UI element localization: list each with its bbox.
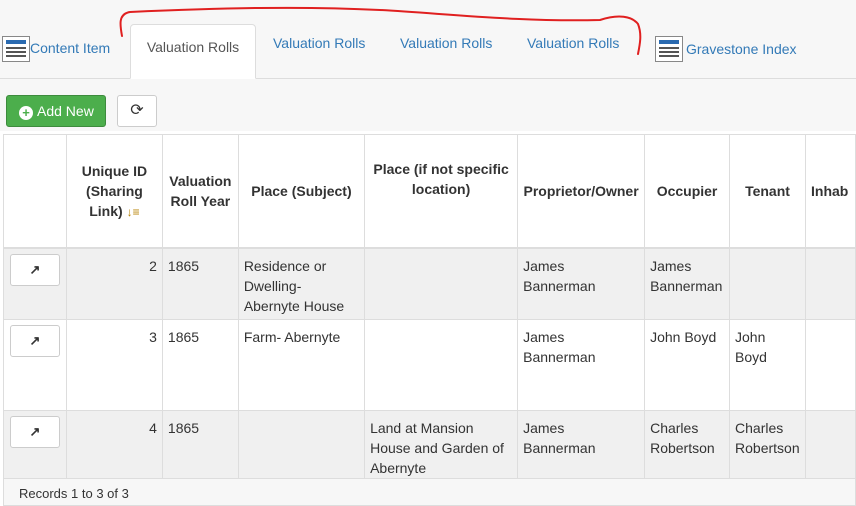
add-new-label: Add New — [37, 103, 94, 119]
cell-id: 2 — [65, 247, 163, 320]
col-header-tenant[interactable]: Tenant — [729, 134, 806, 249]
cell-owner: James Bannerman — [517, 318, 646, 411]
open-record-button[interactable]: ↗ — [9, 324, 60, 357]
tab-label: Gravestone Index — [686, 41, 797, 57]
cell-tenant: John Boyd — [729, 318, 806, 411]
refresh-icon: ⟳ — [130, 102, 144, 119]
cell-year: 1865 — [161, 247, 239, 320]
cell-id: 3 — [65, 318, 163, 411]
tab-valuation-rolls-active[interactable]: Valuation Rolls — [130, 24, 256, 79]
external-link-icon: ↗ — [29, 332, 41, 348]
tab-label: Valuation Rolls — [273, 35, 366, 51]
col-header-owner[interactable]: Proprietor/Owner — [517, 134, 646, 249]
col-header-occupier[interactable]: Occupier — [644, 134, 731, 249]
table-row: ↗ 3 1865 Farm- Abernyte James Bannerman … — [3, 318, 856, 411]
col-header-place-subject[interactable]: Place (Subject) — [237, 134, 366, 249]
tab-label: Valuation Rolls — [527, 35, 620, 51]
tab-label: Valuation Rolls — [400, 35, 493, 51]
refresh-button[interactable]: ⟳ — [117, 95, 157, 127]
add-new-button[interactable]: + Add New — [6, 95, 106, 127]
table-row: ↗ 2 1865 Residence or Dwelling- Abernyte… — [3, 247, 856, 320]
tab-valuation-rolls-2[interactable]: Valuation Rolls — [273, 21, 365, 75]
cell-year: 1865 — [161, 318, 239, 411]
cell-place: Farm- Abernyte — [237, 318, 366, 411]
tab-label: Content Item — [30, 40, 111, 56]
col-header-action — [3, 134, 67, 249]
col-header-place-other[interactable]: Place (if not specific location) — [364, 134, 519, 249]
cell-owner: James Bannerman — [517, 247, 646, 320]
document-icon — [2, 36, 30, 64]
col-header-inhabitant[interactable]: Inhab — [805, 134, 856, 249]
open-record-button[interactable]: ↗ — [9, 254, 60, 286]
cell-place-other — [364, 247, 519, 320]
cell-place: Residence or Dwelling- Abernyte House — [237, 247, 366, 320]
external-link-icon: ↗ — [29, 262, 41, 277]
sort-desc-icon[interactable]: ↓≡ — [127, 205, 140, 219]
col-header-year[interactable]: Valuation Roll Year — [161, 134, 239, 249]
cell-place-other — [364, 318, 519, 411]
document-icon — [655, 36, 683, 64]
records-table: Unique ID (Sharing Link) ↓≡ Valuation Ro… — [3, 134, 856, 502]
cell-tenant — [729, 247, 806, 320]
col-header-unique-id[interactable]: Unique ID (Sharing Link) ↓≡ — [65, 134, 163, 249]
cell-inhab — [805, 247, 856, 320]
external-link-icon: ↗ — [29, 423, 41, 439]
records-count: Records 1 to 3 of 3 — [3, 478, 856, 506]
cell-occupier: John Boyd — [644, 318, 731, 411]
open-record-button[interactable]: ↗ — [9, 415, 60, 448]
plus-circle-icon: + — [19, 106, 33, 120]
tab-valuation-rolls-3[interactable]: Valuation Rolls — [400, 21, 492, 75]
tab-label: Valuation Rolls — [146, 39, 240, 55]
tab-valuation-rolls-4[interactable]: Valuation Rolls — [527, 21, 619, 75]
cell-occupier: James Bannerman — [644, 247, 731, 320]
cell-inhab — [805, 318, 856, 411]
